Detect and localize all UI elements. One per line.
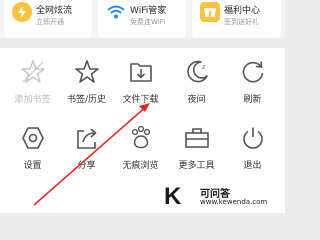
paw-icon — [131, 125, 150, 149]
menu-item-incognito[interactable]: 无痕浏览 — [112, 124, 169, 171]
top-card-title: WiFi管家 — [130, 6, 167, 16]
menu-item-label: 文件下载 — [122, 95, 159, 105]
bolt-icon — [12, 2, 32, 22]
top-card-title: 全网炫流 — [36, 6, 73, 16]
menu-item-share[interactable]: 分享 — [58, 124, 115, 171]
top-card-subtitle: 免费连WiFi — [130, 18, 166, 26]
menu-item-label: 更多工具 — [178, 161, 215, 171]
menu-item-more-tools[interactable]: 更多工具 — [168, 124, 225, 171]
top-card-traffic[interactable]: 全网炫流 立即开通 — [4, 0, 92, 38]
watermark-logo: K — [164, 183, 182, 210]
menu-item-label: 刷新 — [243, 95, 262, 105]
menu-item-bookmarks-history[interactable]: 书签/历史 — [58, 58, 115, 105]
refresh-icon — [242, 61, 263, 83]
moon-icon: z — [186, 60, 208, 83]
svg-text:z: z — [202, 64, 205, 71]
gear-hexagon-icon — [21, 127, 44, 149]
top-card-subtitle: 签到送好礼 — [224, 18, 259, 26]
browser-menu-panel: 全网炫流 立即开通 WiFi管家 免费连WiFi 福利中心 签到送好礼 添加书签 — [0, 0, 285, 213]
star-outline-icon — [20, 60, 45, 83]
menu-item-night-mode[interactable]: z 夜间 — [168, 58, 225, 105]
top-card-title: 福利中心 — [224, 6, 261, 16]
menu-item-label: 添加书签 — [14, 95, 51, 105]
top-card-subtitle: 立即开通 — [36, 18, 64, 26]
menu-item-exit[interactable]: 退出 — [224, 124, 281, 171]
toolbox-icon — [184, 128, 209, 148]
menu-item-refresh[interactable]: 刷新 — [224, 58, 281, 105]
watermark: K 可问答 www.kewenda.com — [160, 180, 285, 213]
share-icon — [76, 128, 97, 149]
menu-item-label: 退出 — [243, 161, 262, 171]
menu-item-label: 分享 — [77, 161, 96, 171]
power-icon — [242, 127, 263, 149]
gift-icon — [200, 2, 220, 22]
section-divider — [0, 38, 285, 48]
menu-item-label: 设置 — [23, 161, 42, 171]
top-card-welfare[interactable]: 福利中心 签到送好礼 — [192, 0, 281, 38]
star-icon — [74, 60, 99, 83]
menu-item-file-download[interactable]: 文件下载 — [112, 58, 169, 105]
menu-item-label: 书签/历史 — [66, 95, 107, 105]
watermark-url: www.kewenda.com — [200, 198, 268, 206]
menu-item-label: 夜间 — [187, 95, 206, 105]
top-card-wifi[interactable]: WiFi管家 免费连WiFi — [98, 0, 186, 38]
menu-item-label: 无痕浏览 — [122, 161, 159, 171]
download-folder-icon — [129, 63, 152, 82]
menu-item-add-bookmark[interactable]: 添加书签 — [4, 58, 61, 105]
menu-item-settings[interactable]: 设置 — [4, 124, 61, 171]
wifi-icon — [106, 2, 126, 22]
